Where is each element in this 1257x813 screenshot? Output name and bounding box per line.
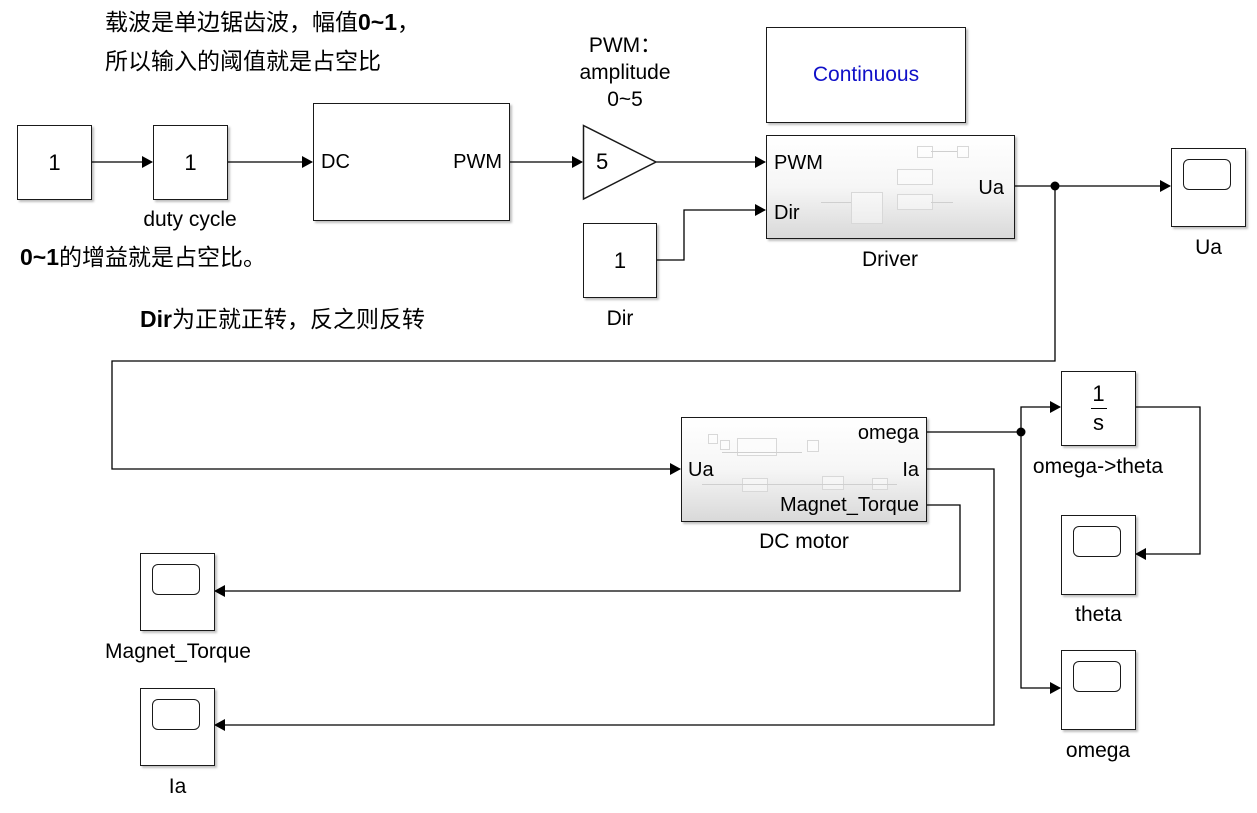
port-ia: Ia [902, 459, 919, 481]
constant-block[interactable]: 1 [17, 125, 92, 200]
dir-annotation: Dir为正就正转，反之则反转 [140, 303, 425, 335]
carrier-annotation-line1: 载波是单边锯齿波，幅值0~1， [105, 6, 420, 38]
dc-motor-label: DC motor [759, 530, 849, 553]
scope-screen-icon [1073, 526, 1121, 557]
thumbnail-shape [851, 192, 883, 224]
fraction-bar [1090, 408, 1107, 409]
continuous-powergui-block[interactable]: Continuous [766, 27, 966, 123]
gain-value: 5 [596, 149, 609, 174]
annotation-bold: 0~1 [358, 9, 398, 35]
port-omega: omega [857, 422, 919, 444]
thumbnail-shape [708, 434, 718, 444]
branch-point-omega [1016, 427, 1026, 437]
transfer-function: 1 s [1090, 381, 1107, 435]
duty-cycle-gain-block[interactable]: 1 [153, 125, 228, 200]
annotation-bold: 0~1 [20, 244, 60, 270]
dir-constant-block[interactable]: 1 [583, 223, 657, 298]
annotation-line: amplitude [579, 61, 671, 84]
thumbnail-shape [742, 478, 768, 492]
continuous-label: Continuous [812, 63, 920, 86]
duty-cycle-label: duty cycle [143, 208, 237, 231]
pwm-amplitude-annotation: PWM： amplitude 0~5 [560, 32, 690, 113]
integrator-block[interactable]: 1 s [1061, 371, 1136, 446]
thumbnail-shape [737, 438, 777, 456]
omega-scope-label: omega [1065, 739, 1131, 762]
denominator: s [1093, 410, 1104, 435]
scope-screen-icon [1073, 661, 1121, 692]
wire-omega-to-integrator[interactable] [926, 401, 1061, 433]
magnet-torque-scope-label: Magnet_Torque [105, 640, 251, 663]
annotation-line: PWM： [588, 34, 662, 57]
block-value: 1 [184, 149, 197, 175]
carrier-annotation-line2: 所以输入的阈值就是占空比 [105, 48, 381, 74]
thumbnail-shape [807, 440, 819, 452]
port-magnet-torque: Magnet_Torque [780, 494, 919, 516]
thumbnail-shape [957, 146, 969, 158]
thumbnail-shape [720, 440, 730, 450]
annotation-text: ， [397, 9, 421, 35]
driver-label: Driver [862, 248, 918, 271]
numerator: 1 [1092, 381, 1105, 406]
annotation-text: 的增益就是占空比。 [59, 244, 267, 270]
theta-scope-label: theta [1075, 603, 1122, 626]
omega-scope-block[interactable] [1061, 650, 1136, 730]
pwm-generator-block[interactable]: DC PWM [313, 103, 510, 221]
block-value: 1 [613, 247, 627, 273]
scope-screen-icon [152, 699, 200, 730]
amplitude-gain-block[interactable] [582, 124, 660, 202]
magnet-torque-scope-block[interactable] [140, 553, 215, 631]
integrator-label: omega->theta [1032, 455, 1164, 478]
annotation-bold: Dir [140, 306, 172, 332]
thumbnail-line [931, 202, 953, 203]
branch-point-ua [1050, 181, 1060, 191]
port-pwm: PWM [453, 151, 502, 173]
gain-annotation: 0~1的增益就是占空比。 [20, 241, 266, 273]
ua-scope-label: Ua [1195, 236, 1222, 259]
thumbnail-line [702, 484, 897, 485]
ua-scope-block[interactable] [1171, 148, 1246, 227]
thumbnail-line [722, 452, 802, 453]
driver-subsystem-block[interactable]: PWM Dir Ua [766, 135, 1015, 239]
scope-screen-icon [1183, 159, 1231, 190]
thumbnail-line [821, 202, 851, 203]
block-value: 1 [48, 149, 61, 175]
port-ua: Ua [978, 177, 1004, 199]
wire-dir-to-driver[interactable] [656, 204, 766, 261]
thumbnail-shape [917, 146, 933, 158]
dc-motor-subsystem-block[interactable]: Ua omega Ia Magnet_Torque [681, 417, 927, 522]
thumbnail-line [931, 151, 957, 152]
thumbnail-shape [897, 169, 933, 185]
theta-scope-block[interactable] [1061, 515, 1136, 595]
port-dir: Dir [774, 202, 800, 224]
annotation-text: 载波是单边锯齿波，幅值 [105, 9, 358, 35]
wire-integrator-to-theta[interactable] [1135, 406, 1201, 560]
port-dc: DC [321, 151, 350, 173]
ia-scope-label: Ia [168, 775, 187, 798]
port-pwm: PWM [774, 152, 823, 174]
annotation-line: 0~5 [607, 88, 643, 111]
thumbnail-shape [897, 194, 933, 210]
thumbnail-shape [822, 476, 844, 490]
port-ua: Ua [688, 459, 714, 481]
annotation-text: 为正就正转，反之则反转 [171, 306, 425, 332]
dir-label: Dir [606, 307, 634, 330]
scope-screen-icon [152, 564, 200, 595]
ia-scope-block[interactable] [140, 688, 215, 766]
